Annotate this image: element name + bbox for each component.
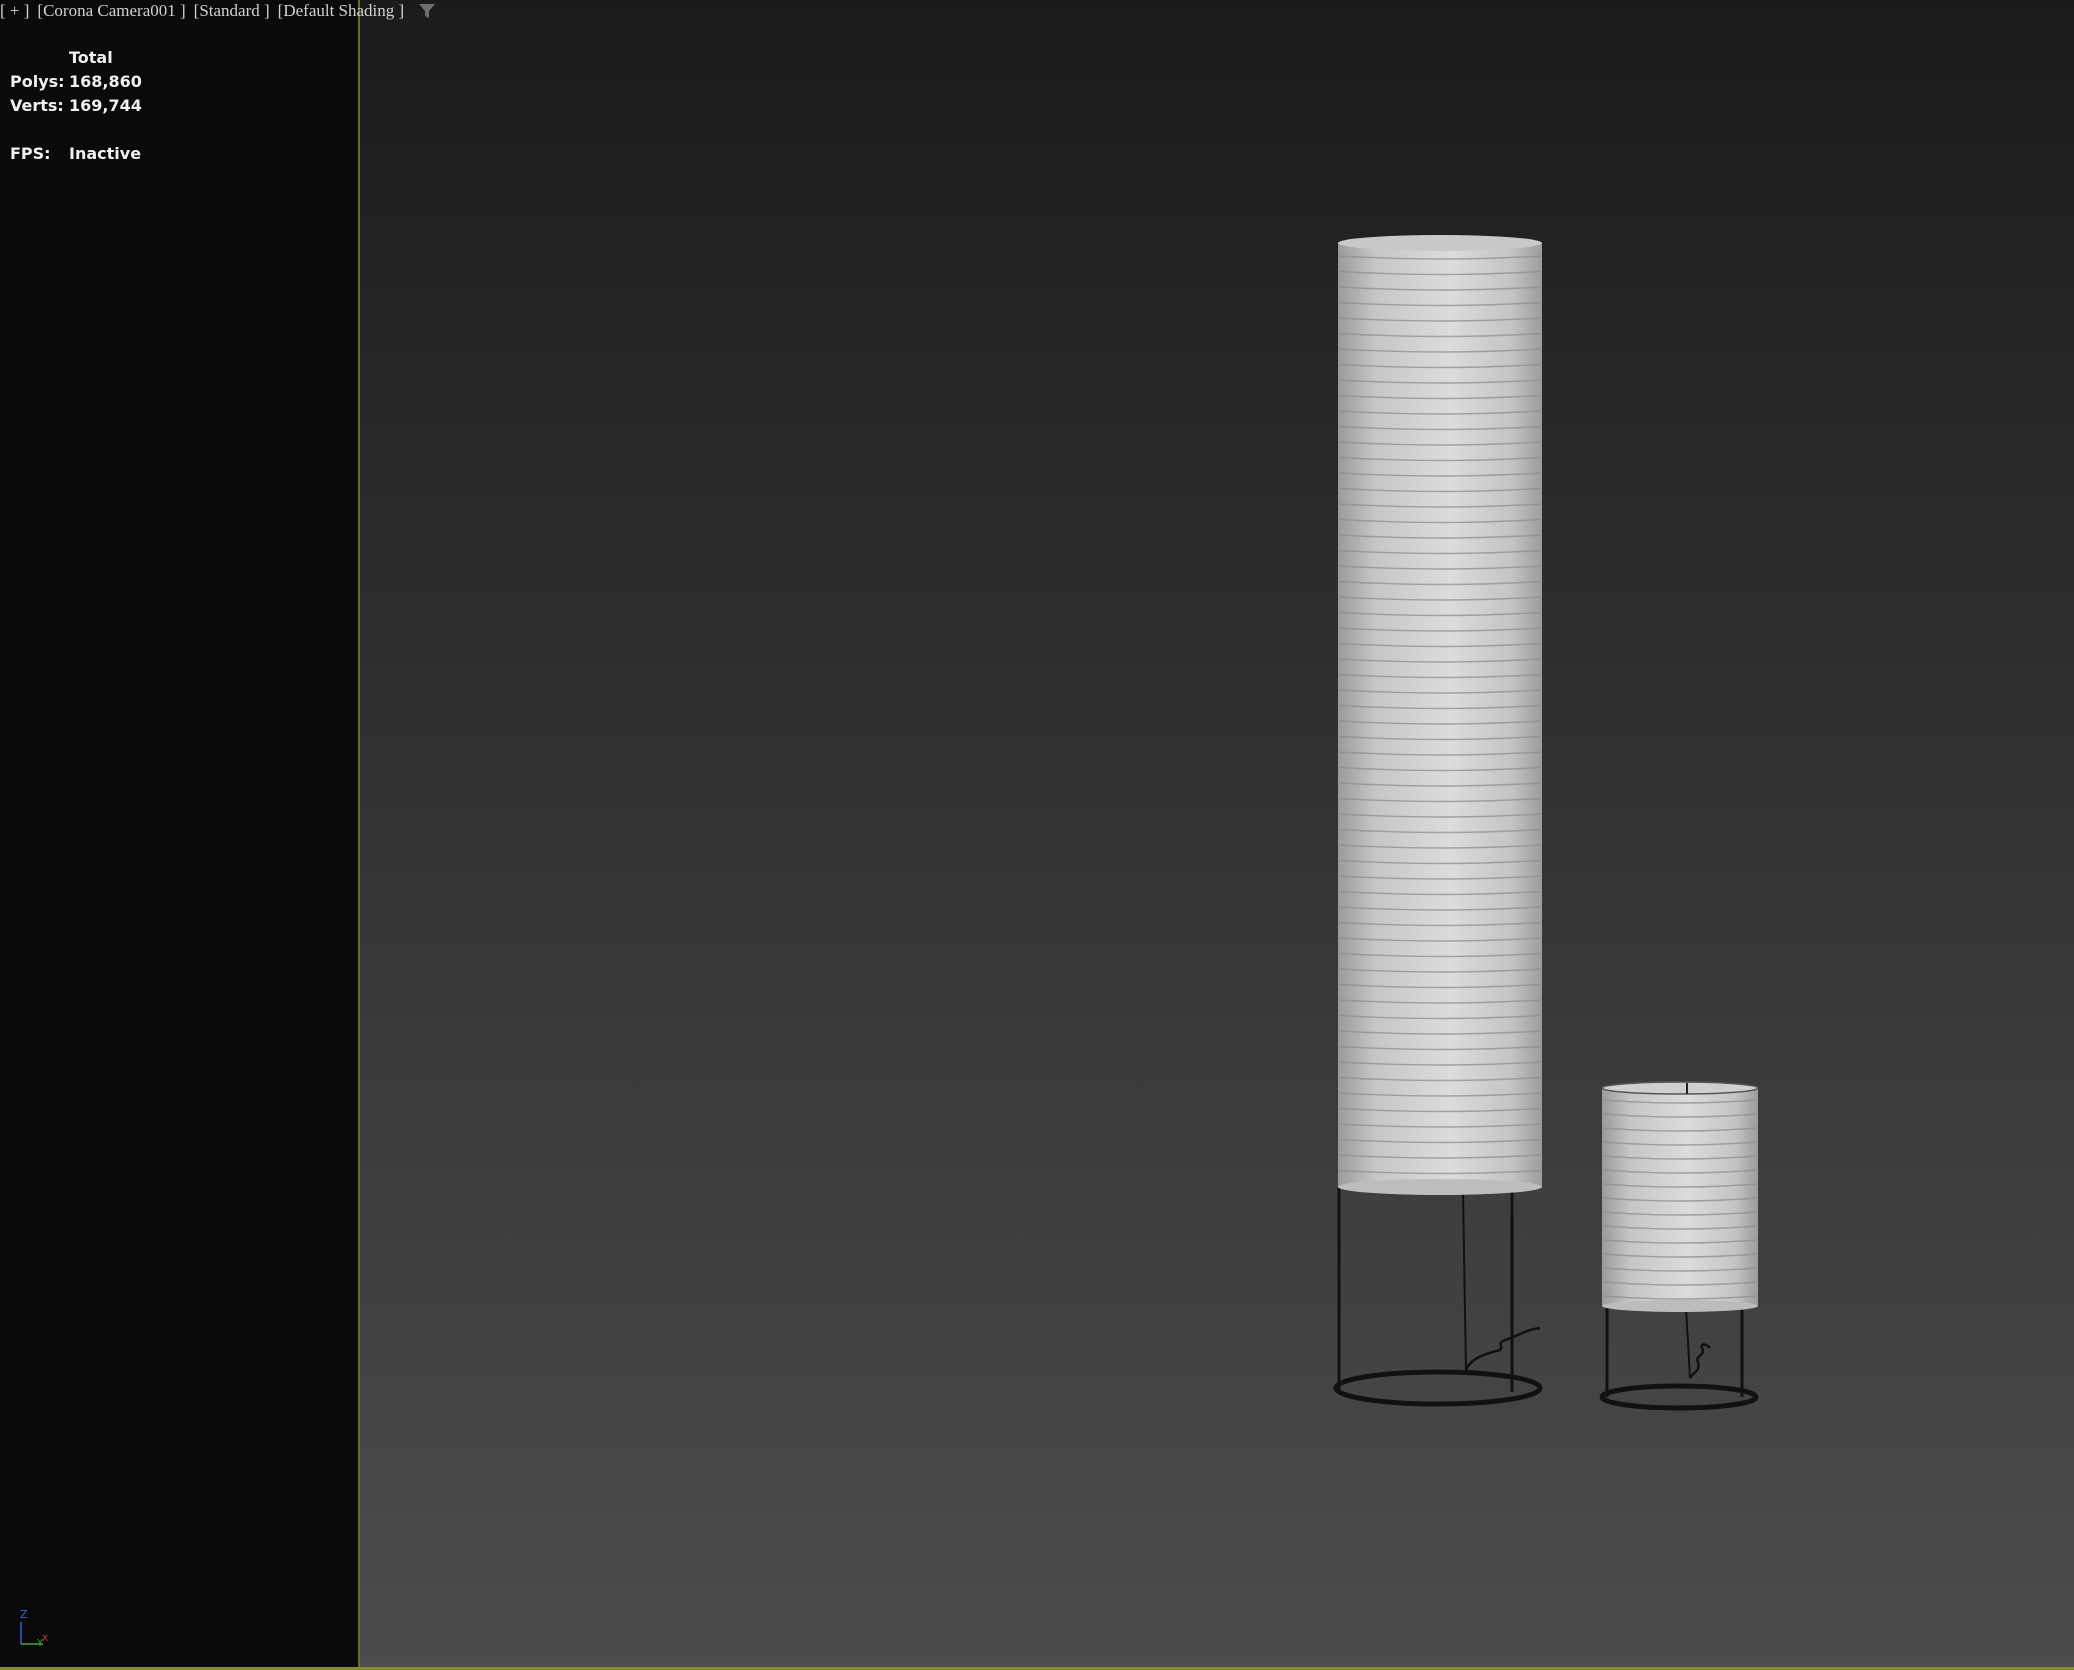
small-lamp-shade-bottom — [1602, 1300, 1758, 1312]
viewport-scene[interactable] — [0, 0, 2074, 1670]
viewport-label-bar: [ + ] [Corona Camera001 ] [Standard ] [D… — [0, 0, 436, 22]
left-panel — [0, 0, 359, 1670]
statistics-overlay: Total Polys: 168,860 Verts: 169,744 FPS: In… — [10, 46, 142, 166]
tall-lamp-shade-bottom — [1338, 1179, 1542, 1195]
stats-verts-label: Verts: — [10, 96, 64, 115]
viewport-mode-menu[interactable]: [Standard ] — [194, 1, 270, 21]
viewport[interactable]: [ + ] [Corona Camera001 ] [Standard ] [D… — [0, 0, 2074, 1670]
stats-polys-value: 168,860 — [69, 72, 142, 91]
stats-fps-label: FPS: — [10, 144, 51, 163]
panel-divider[interactable] — [358, 0, 360, 1670]
viewport-shading-menu[interactable]: [Default Shading ] — [278, 1, 405, 21]
funnel-icon[interactable] — [418, 2, 436, 20]
small-lamp-shade — [1602, 1088, 1758, 1306]
viewport-plus-menu[interactable]: [ + ] — [0, 1, 29, 21]
small-lamp-shade-top — [1601, 1081, 1759, 1095]
tall-lamp-shade-top — [1338, 235, 1542, 251]
stats-verts-value: 169,744 — [69, 96, 142, 115]
gizmo-x-label: X — [42, 1634, 48, 1644]
viewport-camera-menu[interactable]: [Corona Camera001 ] — [37, 1, 185, 21]
viewport-background — [360, 0, 2074, 1670]
gizmo-z-label: Z — [20, 1608, 28, 1621]
stats-total-label: Total — [69, 48, 113, 67]
stats-polys-label: Polys: — [10, 72, 65, 91]
axis-gizmo-icon: Z Y X — [20, 1608, 48, 1648]
stats-fps-value: Inactive — [69, 144, 142, 163]
tall-lamp-shade — [1338, 243, 1542, 1187]
